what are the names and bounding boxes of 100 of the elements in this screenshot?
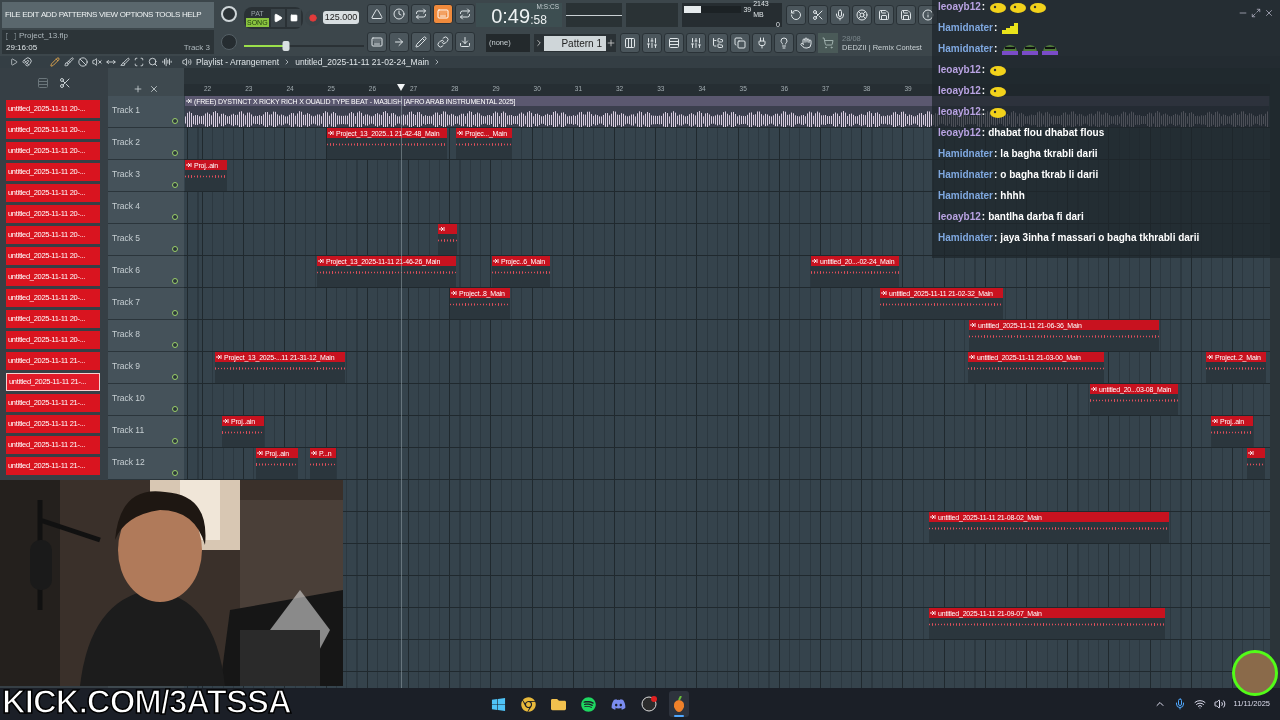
- toolbar-button[interactable]: [730, 33, 750, 53]
- magnet-icon[interactable]: [22, 57, 32, 67]
- toolbar-button[interactable]: [896, 5, 916, 25]
- menu-item[interactable]: VIEW: [98, 9, 118, 21]
- menu-item[interactable]: TOOLS: [155, 9, 180, 21]
- waveform: [1211, 430, 1253, 435]
- cart-button[interactable]: [818, 33, 838, 53]
- tool-icon[interactable]: [162, 57, 172, 67]
- toolbar-button[interactable]: [752, 33, 772, 53]
- chat-message: hhhh: [1000, 189, 1025, 203]
- tool-icon[interactable]: [50, 57, 60, 67]
- toolbar-button[interactable]: [852, 5, 872, 25]
- clip[interactable]: [438, 224, 457, 255]
- track-name: Track 12: [112, 457, 145, 467]
- toolbar-button[interactable]: [830, 5, 850, 25]
- network-icon[interactable]: [1193, 698, 1206, 710]
- pattern-selector[interactable]: Pattern 1: [534, 34, 616, 52]
- track-header[interactable]: Track 12: [108, 448, 184, 480]
- toolbar-button[interactable]: [433, 4, 453, 24]
- plus-icon: [606, 38, 616, 48]
- chat-message: o bagha tkrab li darii: [1000, 168, 1099, 182]
- volume-knob[interactable]: [221, 6, 237, 22]
- blob-emote-icon: [989, 63, 1008, 76]
- tool-icon[interactable]: [106, 57, 116, 67]
- toolbar-button[interactable]: [389, 4, 409, 24]
- tool-icon[interactable]: [134, 57, 144, 67]
- menu-item[interactable]: OPTIONS: [119, 9, 153, 21]
- toolbar-button[interactable]: [455, 32, 475, 52]
- toolbar-button[interactable]: [664, 33, 684, 53]
- track-header[interactable]: Track 3: [108, 160, 184, 192]
- track-header[interactable]: Track 4: [108, 192, 184, 224]
- time-centiseconds: :58: [530, 14, 547, 26]
- toolbar-button[interactable]: [642, 33, 662, 53]
- toolbar-button[interactable]: [367, 32, 387, 52]
- clip-arrow-icon: [223, 418, 229, 424]
- toolbar-button[interactable]: [411, 32, 431, 52]
- maximize-icon[interactable]: [1251, 8, 1261, 18]
- tool-icon[interactable]: [92, 57, 102, 67]
- toolbar-button[interactable]: [367, 4, 387, 24]
- chat-username: leoayb12: [938, 0, 981, 14]
- menu-item[interactable]: ADD: [40, 9, 57, 21]
- menu-item[interactable]: EDIT: [22, 9, 39, 21]
- blob-emote-icon: [989, 0, 1008, 13]
- taskbar-app[interactable]: [668, 691, 689, 717]
- track-header[interactable]: Track 1: [108, 96, 184, 128]
- toolbar-button[interactable]: [620, 33, 640, 53]
- track-header[interactable]: Track 11: [108, 416, 184, 448]
- toolbar-button[interactable]: [796, 33, 816, 53]
- stop-button[interactable]: [286, 8, 301, 27]
- track-header[interactable]: Track 2: [108, 128, 184, 160]
- oscilloscope: [566, 3, 622, 27]
- blob-emote-icon: [989, 105, 1008, 118]
- chat-separator: :: [994, 168, 998, 182]
- tool-icon[interactable]: [64, 57, 74, 67]
- toolbar-button[interactable]: [433, 32, 453, 52]
- track-header[interactable]: Track 7: [108, 288, 184, 320]
- windows-icon: [491, 696, 507, 712]
- volume-icon[interactable]: [1213, 698, 1226, 710]
- toolbar-button[interactable]: [808, 5, 828, 25]
- clip-arrow-icon: [311, 450, 317, 456]
- pitch-slider[interactable]: [244, 41, 364, 50]
- chat-separator: :: [981, 0, 986, 14]
- menu-item[interactable]: HELP: [182, 9, 202, 21]
- track-header[interactable]: Track 8: [108, 320, 184, 352]
- tempo-field[interactable]: 125.000: [322, 10, 360, 25]
- split-icon[interactable]: [59, 77, 71, 89]
- toolbar-button[interactable]: [455, 4, 475, 24]
- chat-message: bantlha darba fi dari: [988, 210, 1084, 224]
- track-header[interactable]: Track 10: [108, 384, 184, 416]
- menu-item[interactable]: FILE: [5, 9, 21, 21]
- track-header[interactable]: Track 5: [108, 224, 184, 256]
- menu-item[interactable]: PATTERNS: [58, 9, 97, 21]
- toolbar-button[interactable]: [686, 33, 706, 53]
- clip-arrow-icon: [1212, 418, 1218, 424]
- menu-arrow-icon[interactable]: [10, 58, 18, 66]
- stream-url: KICK.COM/3ATSSA: [2, 685, 291, 718]
- play-button[interactable]: [270, 8, 285, 27]
- close-icon[interactable]: [149, 84, 159, 94]
- clip-arrow-icon: [257, 450, 263, 456]
- toolbar-button[interactable]: [389, 32, 409, 52]
- track-header[interactable]: Track 9: [108, 352, 184, 384]
- chat-separator: :: [994, 147, 998, 161]
- spotify-icon: [581, 696, 597, 712]
- toolbar-button[interactable]: [874, 5, 894, 25]
- toolbar-button[interactable]: [708, 33, 728, 53]
- microphone-icon[interactable]: [1173, 698, 1186, 710]
- speaker-icon[interactable]: [182, 57, 192, 67]
- track-name: Track 7: [112, 297, 141, 307]
- toolbar-button[interactable]: [411, 4, 431, 24]
- folder-tree-icon: [712, 37, 724, 49]
- loop-icon: [459, 8, 471, 20]
- track-header[interactable]: Track 6: [108, 256, 184, 288]
- clip-arrow-icon: [930, 610, 936, 616]
- loop-icon: [415, 8, 427, 20]
- close-icon[interactable]: [1264, 8, 1274, 18]
- add-track-icon[interactable]: [133, 84, 143, 94]
- clip[interactable]: [1247, 448, 1265, 479]
- columns-icon: [624, 37, 636, 49]
- toolbar-button[interactable]: [786, 5, 806, 25]
- toolbar-button[interactable]: [774, 33, 794, 53]
